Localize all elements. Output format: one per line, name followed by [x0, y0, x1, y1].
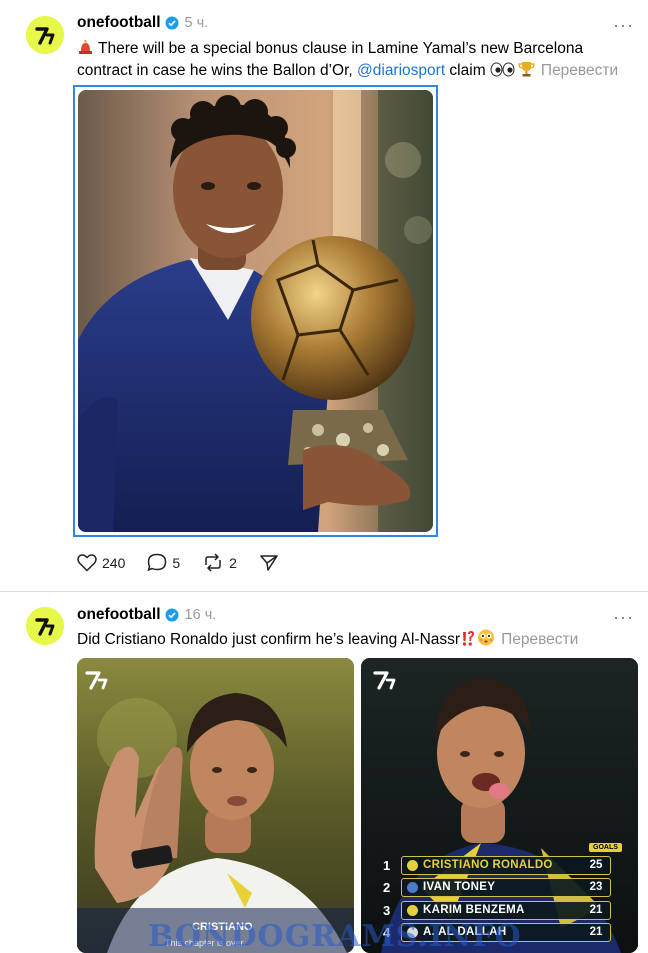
rank-number: 1 — [383, 857, 391, 873]
repost-count: 2 — [229, 554, 237, 571]
interrobang-emoji-icon — [462, 631, 475, 646]
more-options-icon[interactable]: ··· — [613, 16, 634, 34]
translate-link[interactable]: Перевести — [501, 631, 578, 648]
post-text-body: Did Cristiano Ronaldo just confirm he’s … — [77, 631, 461, 648]
post-text: There will be a special bonus clause in … — [77, 38, 639, 82]
post-text: Did Cristiano Ronaldo just confirm he’s … — [77, 629, 639, 651]
goals-value: 23 — [589, 881, 603, 893]
repost-icon — [205, 553, 221, 572]
rank-number: 2 — [383, 879, 391, 895]
onefootball-logo-icon — [26, 607, 64, 645]
trophy-emoji-icon — [518, 62, 535, 77]
goals-value: 21 — [589, 926, 603, 938]
image-card-right[interactable]: GOALS 1 CRISTIANO RONALDO 25 2 IVAN TONEY… — [361, 658, 638, 953]
goals-header: GOALS — [589, 843, 622, 852]
image-card-left[interactable]: CRISTIANO This chapter is over. — [77, 658, 354, 953]
player-name: KARIM BENZEMA — [423, 904, 525, 916]
flushed-face-emoji-icon — [478, 629, 495, 646]
goals-value: 25 — [589, 859, 603, 871]
post-actions: 240 5 2 — [77, 553, 306, 572]
more-options-icon[interactable]: ··· — [613, 608, 634, 626]
avatar[interactable] — [26, 607, 64, 645]
heart-icon — [77, 553, 97, 572]
avatar[interactable] — [26, 16, 64, 54]
ranking-row: 2 IVAN TONEY 23 — [383, 877, 611, 897]
club-badge-icon — [407, 859, 418, 871]
translate-link[interactable]: Перевести — [541, 62, 618, 79]
club-badge-icon — [407, 904, 418, 916]
eyes-emoji-icon — [490, 62, 515, 77]
comment-count: 5 — [172, 554, 181, 571]
repost-button[interactable]: 2 — [202, 553, 237, 572]
player-name: CRISTIANO RONALDO — [423, 859, 553, 871]
post-header: onefootball 5 ч. — [77, 14, 208, 32]
mention-link[interactable]: @diariosport — [357, 62, 445, 79]
post-text-tail: claim — [445, 62, 490, 79]
like-count: 240 — [102, 554, 126, 571]
photo-illustration — [78, 90, 433, 532]
ranking-row: 3 KARIM BENZEMA 21 — [383, 900, 611, 920]
post-image-frame[interactable] — [73, 85, 438, 537]
rank-number: 3 — [383, 902, 391, 918]
timestamp[interactable]: 5 ч. — [185, 15, 209, 31]
ranking-row: 1 CRISTIANO RONALDO 25 — [383, 855, 611, 875]
comment-icon — [147, 553, 167, 572]
comment-button[interactable]: 5 — [147, 553, 180, 572]
club-badge-icon — [407, 881, 418, 893]
timestamp[interactable]: 16 ч. — [185, 607, 217, 623]
send-icon — [260, 554, 278, 571]
lamine-yamal-ballon-dor-photo[interactable] — [78, 90, 433, 532]
onefootball-logo-icon — [26, 16, 64, 54]
goals-value: 21 — [589, 904, 603, 916]
ronaldo-clapping-photo — [77, 658, 354, 953]
siren-emoji-icon — [79, 40, 92, 54]
post-1: onefootball 5 ч. ··· There will be a spe… — [0, 0, 648, 591]
post-header: onefootball 16 ч. — [77, 606, 216, 624]
like-button[interactable]: 240 — [77, 553, 126, 572]
verified-icon — [165, 608, 179, 622]
player-name: IVAN TONEY — [423, 881, 496, 893]
share-button[interactable] — [259, 554, 284, 572]
watermark: BONDOGRAMS.INFO — [148, 919, 522, 953]
username[interactable]: onefootball — [77, 606, 161, 624]
verified-icon — [165, 16, 179, 30]
username[interactable]: onefootball — [77, 14, 161, 32]
